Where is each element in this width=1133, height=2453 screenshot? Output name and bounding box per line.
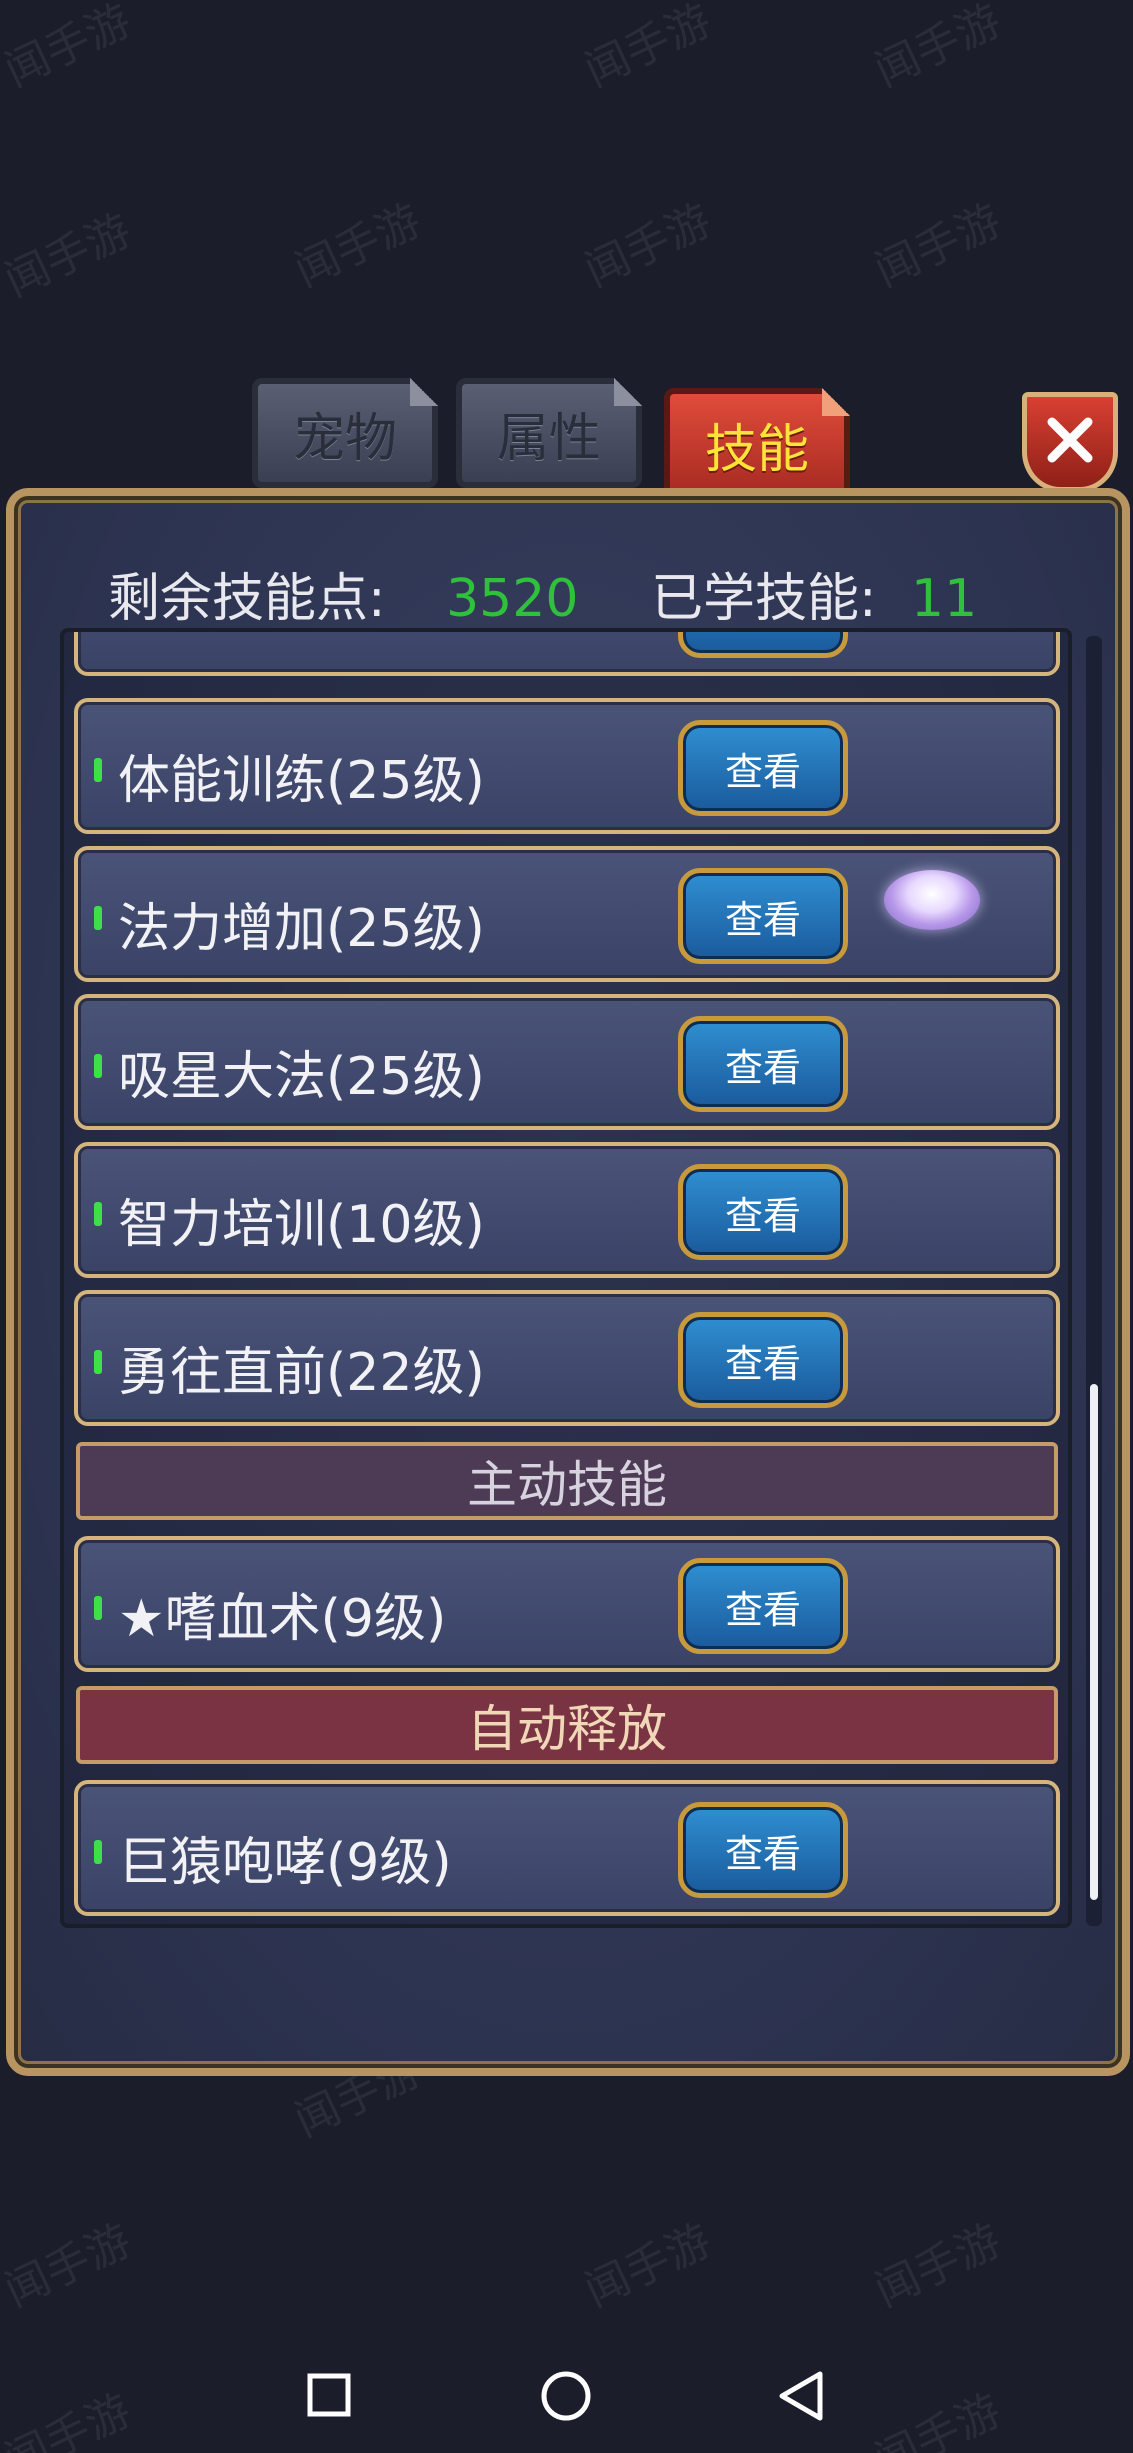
skill-name: 体能训练(25级) [118,751,485,811]
section-header-active-skills: 主动技能 [76,1442,1058,1520]
watermark: 闻手游 [577,195,719,298]
watermark: 闻手游 [867,0,1009,98]
skill-row-partial: 查看 [74,632,1060,676]
skill-name: 法力增加(25级) [118,899,485,959]
recent-apps-button[interactable] [306,2372,352,2422]
watermark: 闻手游 [577,0,719,98]
skill-indicator [94,1350,102,1374]
skill-indicator [94,906,102,930]
view-button[interactable]: 查看 [678,1312,848,1408]
view-button[interactable]: 查看 [678,720,848,816]
tab-corner-fold [614,378,642,406]
watermark: 闻手游 [867,195,1009,298]
gem-icon [884,870,980,930]
close-icon [1042,412,1098,472]
remaining-points-value: 3520 [446,569,579,629]
tab-pet[interactable]: 宠物 [252,378,438,488]
skill-name: ★嗜血术(9级) [118,1589,447,1649]
learned-skills-value: 11 [911,569,978,629]
scrollbar-thumb[interactable] [1090,1384,1098,1900]
back-button[interactable] [776,2370,826,2426]
skill-indicator [94,1840,102,1864]
skill-row: 智力培训(10级) 查看 [74,1142,1060,1278]
tab-skills[interactable]: 技能 [664,388,850,500]
tab-attributes-label: 属性 [496,408,601,469]
watermark: 闻手游 [0,0,139,98]
skill-indicator [94,1596,102,1620]
square-icon [306,2373,352,2422]
tab-corner-fold [822,388,850,416]
game-screen: 闻手游 闻手游 闻手游 闻手游 闻手游 闻手游 闻手游 闻手游 闻手游 闻手游 … [0,0,1133,2453]
skill-stats: 剩余技能点: 3520 已学技能: 11 [108,556,977,631]
skill-indicator [94,758,102,782]
skill-indicator [94,1202,102,1226]
tab-corner-fold [410,378,438,406]
triangle-back-icon [776,2371,826,2426]
learned-skills-label: 已学技能: [650,569,877,629]
circle-icon [540,2371,592,2426]
skill-name: 勇往直前(22级) [118,1343,485,1403]
view-button[interactable]: 查看 [678,1164,848,1260]
watermark: 闻手游 [867,2215,1009,2318]
view-button[interactable]: 查看 [678,868,848,964]
watermark: 闻手游 [577,2215,719,2318]
skill-row: 勇往直前(22级) 查看 [74,1290,1060,1426]
tab-attributes[interactable]: 属性 [456,378,642,488]
view-button[interactable]: 查看 [678,1016,848,1112]
skill-list[interactable]: 查看 体能训练(25级) 查看 法力增加(25级) 查看 吸星大法(25级) 查… [60,628,1072,1928]
skill-indicator [94,1054,102,1078]
view-button[interactable]: 查看 [678,1802,848,1898]
remaining-points-label: 剩余技能点: [108,569,386,629]
watermark: 闻手游 [0,2385,139,2453]
skill-name: 智力培训(10级) [118,1195,485,1255]
skill-row: 巨猿咆哮(9级) 查看 [74,1780,1060,1916]
skill-row: 体能训练(25级) 查看 [74,698,1060,834]
home-button[interactable] [540,2370,592,2426]
close-button[interactable] [1022,392,1118,492]
skill-row: 吸星大法(25级) 查看 [74,994,1060,1130]
view-button[interactable]: 查看 [678,1558,848,1654]
watermark: 闻手游 [867,2385,1009,2453]
tab-skills-label: 技能 [704,419,809,480]
skill-name: 巨猿咆哮(9级) [118,1833,452,1893]
skill-name: 吸星大法(25级) [118,1047,485,1107]
view-button[interactable]: 查看 [678,632,848,658]
watermark: 闻手游 [287,195,429,298]
tab-pet-label: 宠物 [292,408,397,469]
watermark: 闻手游 [0,205,139,308]
watermark: 闻手游 [0,2215,139,2318]
section-header-auto-release: 自动释放 [76,1686,1058,1764]
skill-row: ★嗜血术(9级) 查看 [74,1536,1060,1672]
